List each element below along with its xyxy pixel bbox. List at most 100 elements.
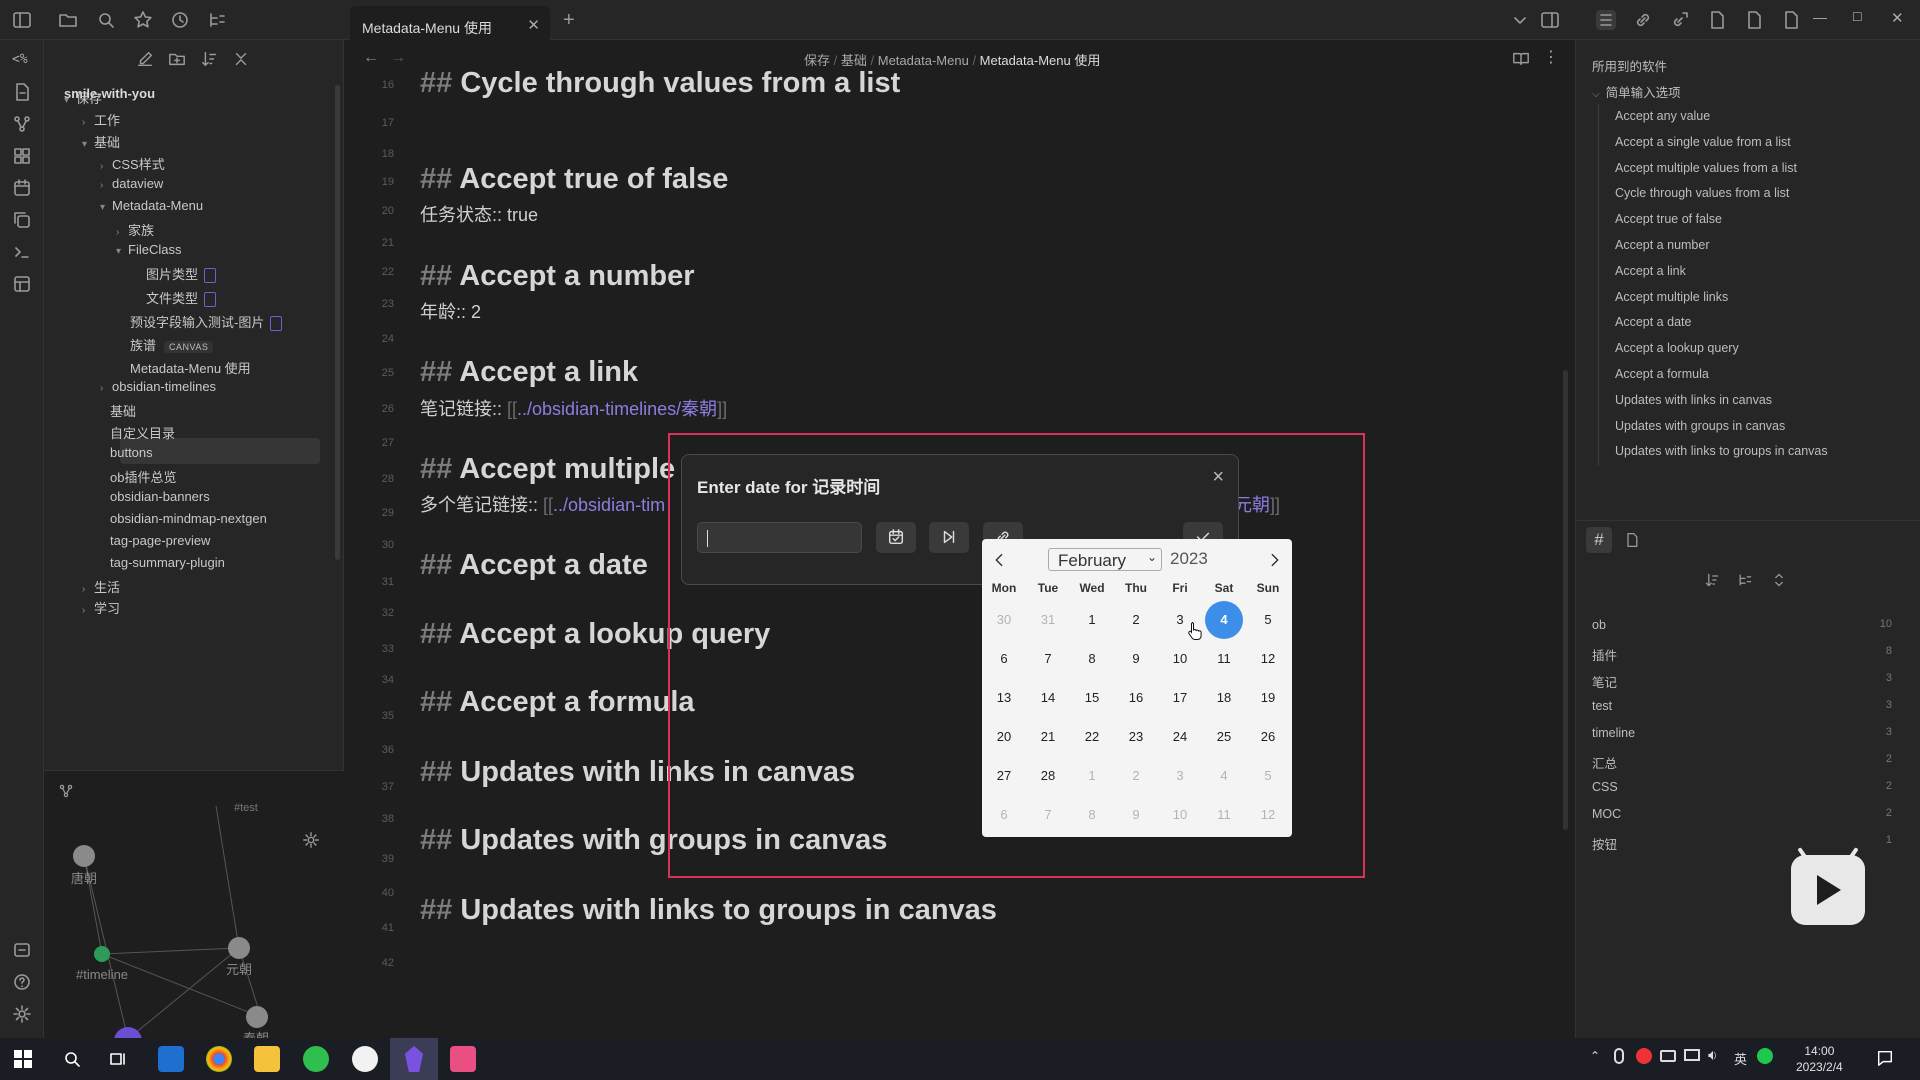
calendar-day[interactable]: 13 [982, 681, 1026, 715]
outline-item[interactable]: Accept multiple links [1615, 290, 1728, 304]
network-icon[interactable] [1684, 1049, 1700, 1061]
calendar-day[interactable]: 20 [982, 720, 1026, 754]
volume-icon[interactable]: 🔉︎ [1708, 1047, 1717, 1064]
tag-tree-icon[interactable] [1737, 572, 1753, 588]
tree-item[interactable]: 自定义目录 [110, 423, 175, 442]
terminal-icon[interactable] [12, 242, 32, 262]
calendar-day[interactable]: 8 [1070, 798, 1114, 832]
tray-status-icon[interactable] [1636, 1048, 1652, 1064]
tree-item[interactable]: 图片类型 [146, 264, 217, 284]
tray-chevron-icon[interactable]: ⌃ [1590, 1049, 1600, 1063]
internal-link-multi[interactable]: ../obsidian-tim [553, 495, 665, 515]
outline-item[interactable]: Accept a date [1615, 315, 1691, 329]
chevron-right-icon[interactable]: › [82, 605, 94, 616]
tree-item[interactable]: ▾ 保存 [64, 88, 102, 107]
calendar-day[interactable]: 28 [1026, 759, 1070, 793]
calendar-day[interactable]: 1 [1070, 603, 1114, 637]
calendar-day[interactable]: 23 [1114, 720, 1158, 754]
calendar-day[interactable]: 1 [1070, 759, 1114, 793]
calendar-day[interactable]: 27 [982, 759, 1026, 793]
maximize-button[interactable]: ☐ [1852, 10, 1863, 24]
calendar-day[interactable]: 24 [1158, 720, 1202, 754]
recent-clock-icon[interactable] [170, 10, 190, 30]
outgoing-links-icon[interactable] [1670, 10, 1690, 30]
tree-item[interactable]: 文件类型 [146, 288, 217, 308]
outline-item[interactable]: Updates with groups in canvas [1615, 419, 1785, 433]
chevron-down-icon[interactable]: ▾ [82, 139, 94, 150]
tree-item[interactable]: tag-page-preview [110, 533, 210, 548]
calendar-day[interactable]: 6 [982, 798, 1026, 832]
date-input[interactable] [697, 522, 862, 553]
file-tree-scrollbar[interactable] [335, 85, 340, 560]
calendar-day[interactable]: 16 [1114, 681, 1158, 715]
outline-item[interactable]: Updates with links in canvas [1615, 393, 1772, 407]
graph-view-icon[interactable] [58, 783, 74, 799]
system-clock[interactable]: 14:00 2023/2/4 [1796, 1043, 1843, 1075]
chevron-right-icon[interactable]: › [100, 161, 112, 172]
file-icon-3[interactable] [1781, 10, 1801, 30]
tree-item[interactable]: › 学习 [82, 598, 120, 617]
heading-h2[interactable]: ## Accept a date [420, 549, 648, 582]
code-icon[interactable]: <% [12, 52, 32, 72]
wechat-app-icon[interactable] [303, 1046, 329, 1072]
field-age[interactable]: 年龄:: 2 [420, 298, 481, 324]
vault-switch-icon[interactable] [12, 940, 32, 960]
chevron-down-icon[interactable]: ▾ [116, 246, 128, 257]
calendar-day[interactable]: 26 [1246, 720, 1290, 754]
template-icon[interactable] [12, 274, 32, 294]
tree-item[interactable]: 预设字段输入测试-图片 [130, 312, 283, 332]
chevron-down-icon[interactable]: ▾ [64, 95, 76, 106]
files-icon[interactable] [58, 10, 78, 30]
mail-app-icon[interactable] [158, 1046, 184, 1072]
graph-node-qin[interactable] [246, 1006, 268, 1028]
outline-item[interactable]: Cycle through values from a list [1615, 186, 1789, 200]
tag-row[interactable]: 插件 8 [1592, 645, 1892, 664]
sort-icon[interactable] [200, 50, 218, 68]
calendar-day[interactable]: 11 [1202, 642, 1246, 676]
field-multi-link[interactable]: 多个笔记链接:: [[../obsidian-tim [420, 491, 665, 517]
outline-item[interactable]: Accept a single value from a list [1615, 135, 1791, 149]
tree-item[interactable]: ▾ 基础 [82, 132, 120, 151]
calendar-day[interactable]: 21 [1026, 720, 1070, 754]
skip-forward-button[interactable] [929, 522, 969, 553]
heading-h2[interactable]: ## Accept a number [420, 260, 695, 293]
tray-app-icon[interactable] [352, 1046, 378, 1072]
ime-indicator[interactable]: 英 [1734, 1049, 1747, 1068]
bookmark-star-icon[interactable] [133, 10, 153, 30]
right-sidebar-toggle-icon[interactable] [1540, 10, 1560, 30]
calendar-day[interactable]: 9 [1114, 798, 1158, 832]
task-view-icon[interactable] [108, 1049, 128, 1069]
month-select[interactable]: February ⌄ [1048, 548, 1162, 571]
tree-item[interactable]: ob插件总览 [110, 467, 176, 486]
outline-item[interactable]: Accept a number [1615, 238, 1710, 252]
tag-row[interactable]: 汇总 2 [1592, 753, 1892, 772]
graph-icon[interactable] [12, 114, 32, 134]
chevron-right-icon[interactable]: › [100, 383, 112, 394]
close-window-button[interactable]: ✕ [1891, 9, 1904, 27]
calendar-day[interactable]: 10 [1158, 798, 1202, 832]
field-status[interactable]: 任务状态:: true [420, 201, 538, 227]
tree-item[interactable]: › obsidian-timelines [100, 379, 216, 394]
new-tab-icon[interactable]: + [563, 9, 575, 32]
calendar-day[interactable]: 7 [1026, 642, 1070, 676]
calendar-day[interactable]: 12 [1246, 642, 1290, 676]
calendar-button[interactable] [876, 522, 916, 553]
tree-item[interactable]: › dataview [100, 176, 163, 191]
calendar-day[interactable]: 31 [1026, 603, 1070, 637]
chrome-app-icon[interactable] [206, 1046, 232, 1072]
tag-row[interactable]: test 3 [1592, 699, 1892, 713]
calendar-day[interactable]: 2 [1114, 603, 1158, 637]
calendar-day[interactable]: 14 [1026, 681, 1070, 715]
calendar-day[interactable]: 19 [1246, 681, 1290, 715]
calendar-day[interactable]: 22 [1070, 720, 1114, 754]
prev-month-icon[interactable] [990, 551, 1008, 569]
calendar-day[interactable]: 4 [1202, 759, 1246, 793]
calendar-icon[interactable] [12, 178, 32, 198]
tree-item[interactable]: › 生活 [82, 577, 120, 596]
heading-h2[interactable]: ## Cycle through values from a list [420, 67, 900, 100]
calendar-day[interactable]: 25 [1202, 720, 1246, 754]
tree-item[interactable]: ▾ Metadata-Menu [100, 198, 203, 213]
file-icon[interactable] [1707, 10, 1727, 30]
chevron-right-icon[interactable]: › [82, 117, 94, 128]
heading-h2[interactable]: ## Accept a link [420, 356, 638, 389]
